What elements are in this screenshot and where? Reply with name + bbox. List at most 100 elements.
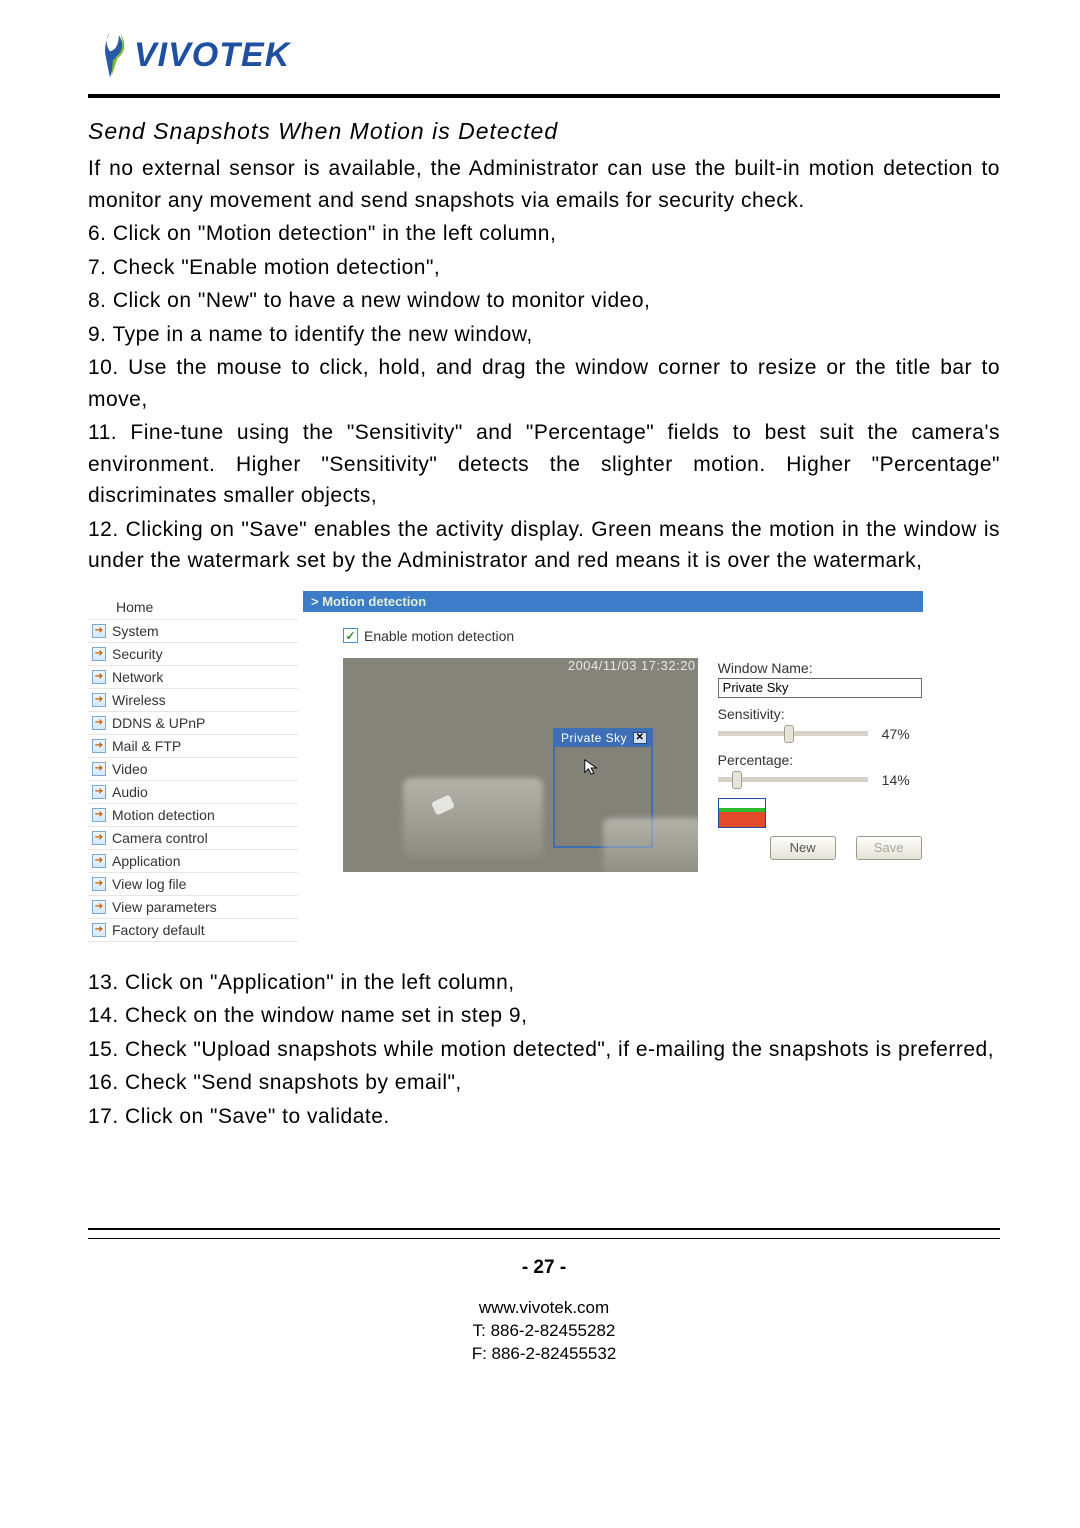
step-8: 8. Click on "New" to have a new window t… (88, 285, 1000, 317)
arrow-icon: ➔ (92, 670, 106, 684)
arrow-icon: ➔ (92, 739, 106, 753)
sidebar-item-label: View log file (112, 876, 186, 892)
sidebar-item-audio[interactable]: ➔ Audio (88, 780, 298, 803)
arrow-icon: ➔ (92, 831, 106, 845)
percentage-slider[interactable] (718, 777, 868, 782)
video-timestamp: 2004/11/03 17:32:20 (568, 658, 696, 673)
config-sidebar: Home ➔ System ➔ Security ➔ Network ➔ Wireles… (88, 591, 298, 942)
arrow-icon: ➔ (92, 624, 106, 638)
arrow-icon: ➔ (92, 762, 106, 776)
sidebar-item-label: System (112, 623, 159, 639)
arrow-icon: ➔ (92, 923, 106, 937)
sidebar-item-mail-ftp[interactable]: ➔ Mail & FTP (88, 734, 298, 757)
intro-paragraph: If no external sensor is available, the … (88, 153, 1000, 216)
sidebar-item-camera-control[interactable]: ➔ Camera control (88, 826, 298, 849)
arrow-icon: ➔ (92, 716, 106, 730)
sidebar-item-view-log[interactable]: ➔ View log file (88, 872, 298, 895)
percentage-label: Percentage: (718, 752, 923, 768)
slider-knob-icon[interactable] (784, 725, 794, 743)
percentage-value: 14% (882, 772, 910, 788)
sidebar-item-label: View parameters (112, 899, 217, 915)
mouse-cursor-icon (583, 758, 601, 776)
sidebar-item-label: Application (112, 853, 181, 869)
detection-window[interactable]: Private Sky ✕ (553, 728, 653, 848)
step-6: 6. Click on "Motion detection" in the le… (88, 218, 1000, 250)
enable-motion-label: Enable motion detection (364, 628, 514, 644)
sidebar-item-label: Security (112, 646, 163, 662)
new-button[interactable]: New (770, 836, 836, 860)
step-10: 10. Use the mouse to click, hold, and dr… (88, 352, 1000, 415)
section-title: Send Snapshots When Motion is Detected (88, 118, 1000, 145)
brand-header: VIVOTEK (88, 30, 1000, 80)
red-bar-icon (719, 822, 765, 827)
footer-tel: T: 886-2-82455282 (88, 1320, 1000, 1343)
sensitivity-label: Sensitivity: (718, 706, 923, 722)
close-icon[interactable]: ✕ (633, 732, 647, 744)
sidebar-item-label: Wireless (112, 692, 166, 708)
window-name-input[interactable] (718, 678, 922, 698)
header-divider (88, 94, 1000, 98)
step-9: 9. Type in a name to identify the new wi… (88, 319, 1000, 351)
slider-knob-icon[interactable] (732, 771, 742, 789)
checkbox-checked-icon: ✓ (343, 628, 358, 643)
motion-detection-panel: > Motion detection ✓ Enable motion detec… (303, 591, 923, 872)
step-7: 7. Check "Enable motion detection", (88, 252, 1000, 284)
footer-divider (88, 1228, 1000, 1230)
enable-motion-checkbox[interactable]: ✓ Enable motion detection (343, 628, 923, 644)
detection-controls: Window Name: Sensitivity: 47% Percentage… (718, 658, 923, 872)
video-preview[interactable]: 2004/11/03 17:32:20 Private Sky ✕ (343, 658, 698, 872)
sidebar-item-video[interactable]: ➔ Video (88, 757, 298, 780)
sidebar-item-application[interactable]: ➔ Application (88, 849, 298, 872)
arrow-icon: ➔ (92, 647, 106, 661)
activity-indicator (718, 798, 766, 828)
document-page: VIVOTEK Send Snapshots When Motion is De… (0, 0, 1080, 1406)
panel-title: > Motion detection (303, 591, 923, 612)
step-13: 13. Click on "Application" in the left c… (88, 967, 1000, 999)
sidebar-item-ddns-upnp[interactable]: ➔ DDNS & UPnP (88, 711, 298, 734)
sensitivity-value: 47% (882, 726, 910, 742)
sidebar-item-label: Motion detection (112, 807, 215, 823)
arrow-icon: ➔ (92, 808, 106, 822)
page-number: - 27 - (88, 1257, 1000, 1279)
brand-name: VIVOTEK (134, 36, 290, 75)
step-15: 15. Check "Upload snapshots while motion… (88, 1034, 1000, 1066)
sidebar-item-label: Video (112, 761, 148, 777)
detection-window-header[interactable]: Private Sky ✕ (555, 730, 651, 747)
brand-logo-icon (88, 30, 132, 80)
sidebar-item-label: Audio (112, 784, 148, 800)
sensitivity-slider[interactable] (718, 731, 868, 736)
sidebar-item-label: Mail & FTP (112, 738, 181, 754)
sidebar-item-motion-detection[interactable]: ➔ Motion detection (88, 803, 298, 826)
step-16: 16. Check "Send snapshots by email", (88, 1067, 1000, 1099)
footer-divider-thin (88, 1238, 1000, 1239)
footer-fax: F: 886-2-82455532 (88, 1343, 1000, 1366)
arrow-icon: ➔ (92, 785, 106, 799)
sidebar-item-home[interactable]: Home (88, 591, 298, 619)
arrow-icon: ➔ (92, 854, 106, 868)
sidebar-item-label: DDNS & UPnP (112, 715, 205, 731)
arrow-icon: ➔ (92, 693, 106, 707)
page-footer: - 27 - www.vivotek.com T: 886-2-82455282… (88, 1257, 1000, 1366)
sidebar-item-view-params[interactable]: ➔ View parameters (88, 895, 298, 918)
sidebar-item-security[interactable]: ➔ Security (88, 642, 298, 665)
step-17: 17. Click on "Save" to validate. (88, 1101, 1000, 1133)
step-11: 11. Fine-tune using the "Sensitivity" an… (88, 417, 1000, 512)
arrow-icon: ➔ (92, 877, 106, 891)
sidebar-item-factory-default[interactable]: ➔ Factory default (88, 918, 298, 942)
sidebar-item-system[interactable]: ➔ System (88, 619, 298, 642)
sidebar-item-label: Network (112, 669, 163, 685)
save-button[interactable]: Save (856, 836, 922, 860)
window-name-label: Window Name: (718, 660, 923, 676)
sidebar-item-label: Factory default (112, 922, 205, 938)
footer-url: www.vivotek.com (88, 1297, 1000, 1320)
step-14: 14. Check on the window name set in step… (88, 1000, 1000, 1032)
step-12: 12. Clicking on "Save" enables the activ… (88, 514, 1000, 577)
detection-window-title: Private Sky (561, 731, 627, 745)
cursor-shadow-icon (431, 794, 455, 815)
embedded-ui-screenshot: Home ➔ System ➔ Security ➔ Network ➔ Wireles… (88, 591, 926, 941)
arrow-icon: ➔ (92, 900, 106, 914)
panel-body: 2004/11/03 17:32:20 Private Sky ✕ Window… (303, 658, 923, 872)
sidebar-item-label: Camera control (112, 830, 208, 846)
sidebar-item-network[interactable]: ➔ Network (88, 665, 298, 688)
sidebar-item-wireless[interactable]: ➔ Wireless (88, 688, 298, 711)
